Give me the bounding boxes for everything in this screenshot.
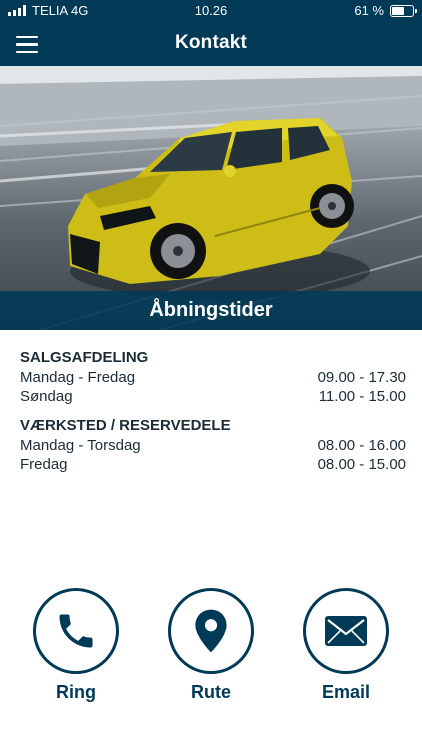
opening-hours: SALGSAFDELING Mandag - Fredag 09.00 - 17… bbox=[20, 348, 406, 474]
hours-row: Mandag - Torsdag 08.00 - 16.00 bbox=[20, 436, 406, 455]
days-label: Mandag - Torsdag bbox=[20, 437, 141, 454]
email-button[interactable]: Email bbox=[301, 588, 391, 703]
time-label: 08.00 - 15.00 bbox=[317, 456, 406, 473]
rute-circle[interactable] bbox=[168, 588, 254, 674]
phone-icon bbox=[59, 614, 93, 648]
sales-section: SALGSAFDELING Mandag - Fredag 09.00 - 17… bbox=[20, 348, 406, 406]
section-title: VÆRKSTED / RESERVEDELE bbox=[20, 417, 231, 434]
hero-image: Åbningstider bbox=[0, 66, 422, 330]
workshop-section: VÆRKSTED / RESERVEDELE Mandag - Torsdag … bbox=[20, 416, 406, 474]
status-bar: TELIA 4G 10.26 61 % bbox=[0, 0, 422, 22]
time-label: 09.00 - 17.30 bbox=[317, 369, 406, 386]
hours-row: Fredag 08.00 - 15.00 bbox=[20, 455, 406, 474]
days-label: Mandag - Fredag bbox=[20, 369, 136, 386]
opening-hours-title: Åbningstider bbox=[0, 291, 422, 330]
map-pin-icon bbox=[195, 609, 227, 653]
battery-info: 61 % bbox=[354, 3, 417, 18]
email-label: Email bbox=[321, 682, 371, 702]
time-label: 08.00 - 16.00 bbox=[317, 437, 406, 454]
days-label: Fredag bbox=[20, 456, 68, 473]
nav-bar: Kontakt bbox=[0, 22, 422, 66]
ring-circle[interactable] bbox=[33, 588, 119, 674]
envelope-icon bbox=[325, 616, 367, 646]
days-label: Søndag bbox=[20, 388, 73, 405]
hours-row: Søndag 11.00 - 15.00 bbox=[20, 387, 406, 406]
rute-button[interactable]: Rute bbox=[166, 588, 256, 703]
section-title: SALGSAFDELING bbox=[20, 349, 149, 366]
hours-row: Mandag - Fredag 09.00 - 17.30 bbox=[20, 368, 406, 387]
contact-actions: Ring Rute Email bbox=[0, 588, 422, 718]
battery-icon bbox=[390, 4, 417, 17]
rute-label: Rute bbox=[191, 682, 231, 702]
battery-fill bbox=[392, 6, 404, 15]
ring-label: Ring bbox=[56, 682, 96, 702]
battery-percent: 61 % bbox=[354, 3, 384, 18]
ring-button[interactable]: Ring bbox=[31, 588, 121, 703]
page-title: Kontakt bbox=[174, 32, 248, 53]
email-circle[interactable] bbox=[303, 588, 389, 674]
time-label: 11.00 - 15.00 bbox=[318, 388, 406, 405]
